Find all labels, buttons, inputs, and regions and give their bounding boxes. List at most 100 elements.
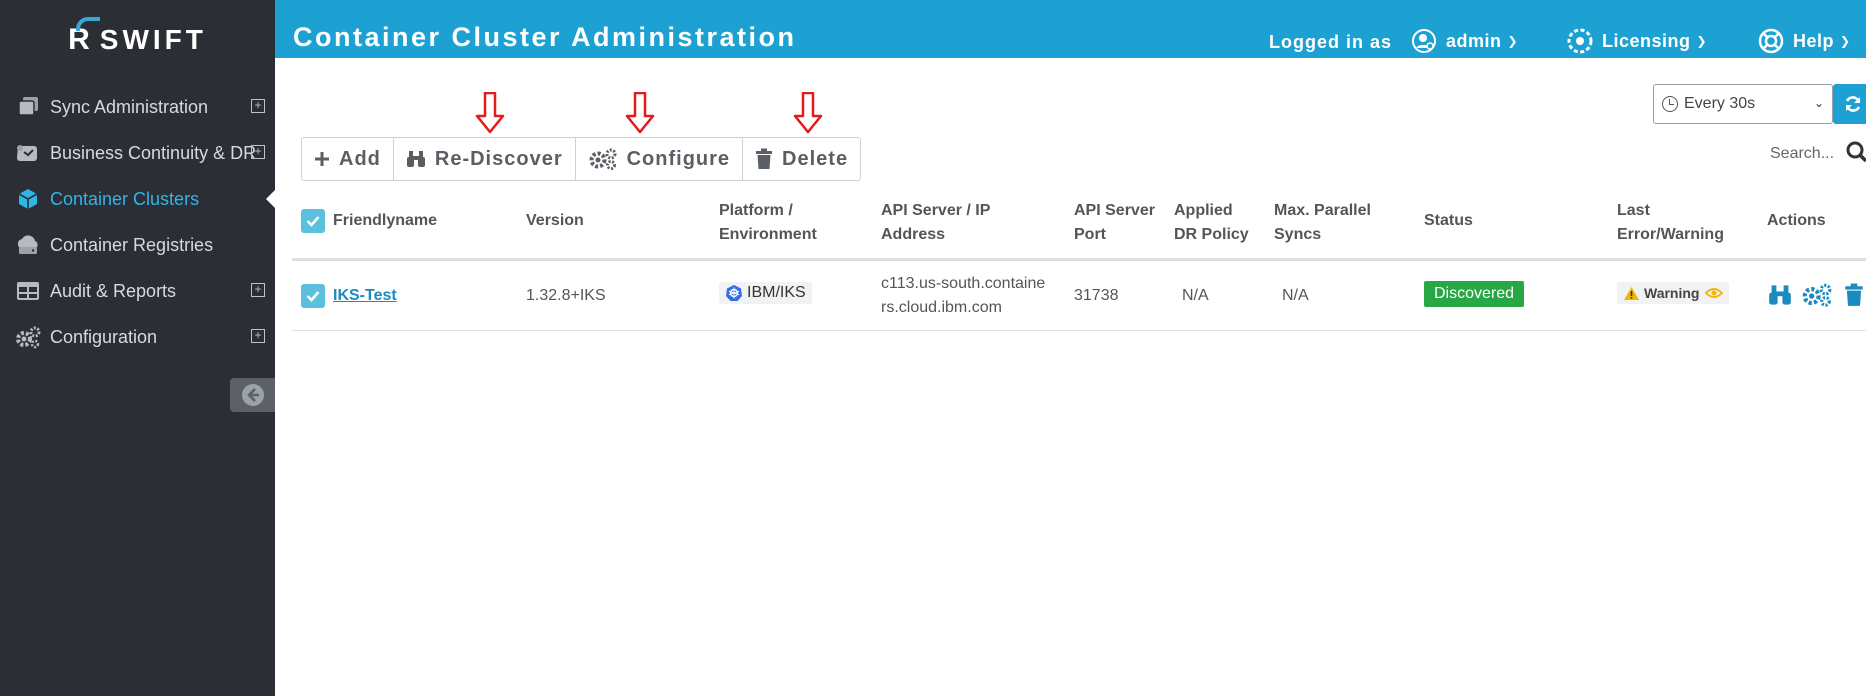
help-label: Help [1793,30,1835,51]
column-header-last-error[interactable]: Last Error/Warning [1617,199,1724,247]
map-scroll-icon [14,141,42,165]
kubernetes-icon [726,285,742,301]
brand-logo[interactable]: R SWIFT [0,17,275,60]
column-header-api-server[interactable]: API Server / IP Address [881,199,990,247]
trash-icon [756,148,773,169]
add-button[interactable]: Add [302,138,394,180]
sidebar-item-label: Business Continuity & DR [50,142,257,163]
column-header-dr-policy[interactable]: Applied DR Policy [1174,199,1249,247]
sidebar-item-business-continuity[interactable]: Business Continuity & DR + [0,130,275,176]
annotation-arrow-down-icon [475,92,505,134]
platform-label: IBM/IKS [747,284,806,301]
rediscover-button[interactable]: Re-Discover [394,138,576,180]
status-badge: Discovered [1424,281,1525,307]
chevron-down-icon: ❯ [1840,34,1851,48]
warning-triangle-icon [1624,286,1639,300]
api-server-line: rs.cloud.ibm.com [881,299,1002,316]
logo-text: SWIFT [99,24,207,55]
column-header-status[interactable]: Status [1424,209,1473,233]
lifebuoy-icon [1758,28,1784,54]
column-header-actions: Actions [1767,212,1826,229]
column-header-line: Port [1074,226,1106,243]
trash-icon[interactable] [1844,283,1864,307]
cell-dr-policy: N/A [1182,287,1209,304]
sidebar-item-label: Configuration [50,326,158,347]
clock-icon [1662,96,1678,112]
expand-icon[interactable]: + [251,283,265,297]
logged-in-label: Logged in as [1269,32,1393,52]
sidebar-item-sync-administration[interactable]: Sync Administration + [0,84,275,130]
rediscover-button-label: Re-Discover [434,147,563,170]
column-header-platform[interactable]: Platform / Environment [719,199,817,247]
user-menu[interactable]: admin ❯ [1411,28,1518,54]
binoculars-icon[interactable] [1768,284,1792,306]
delete-button[interactable]: Delete [743,138,860,180]
cell-version: 1.32.8+IKS [526,287,606,304]
add-button-label: Add [339,147,381,170]
column-header-max-syncs[interactable]: Max. Parallel Syncs [1274,199,1371,247]
sidebar-nav: Sync Administration + Business Continuit… [0,84,275,360]
cube-icon [14,187,42,211]
cloud-server-icon [14,233,42,257]
sidebar-item-label: Container Registries [50,234,214,255]
gears-icon [589,148,617,170]
gears-icon [14,325,42,349]
annotation-arrow-down-icon [793,92,823,134]
column-header-line: API Server [1074,202,1155,219]
action-toolbar: Add Re-Discover Configure Delete [301,137,862,181]
configure-button[interactable]: Configure [576,138,744,180]
column-header-line: Platform / [719,202,793,219]
cell-api-server: c113.us-south.containe rs.cloud.ibm.com [881,272,1045,320]
chevron-down-icon: ❯ [1507,34,1519,48]
column-header-line: Applied [1174,202,1233,219]
column-header-line: Max. Parallel [1274,202,1371,219]
arrow-left-circle-icon [241,384,264,406]
checkmark-icon [306,291,320,302]
refresh-interval-select[interactable]: Every 30s ⌄ [1653,84,1833,124]
page-title: Container Cluster Administration [293,22,797,52]
column-header-port[interactable]: API Server Port [1074,199,1155,247]
binoculars-icon [406,151,425,167]
column-header-line: Error/Warning [1617,226,1724,243]
license-badge-icon [1567,28,1593,54]
search-icon[interactable] [1846,141,1866,163]
delete-button-label: Delete [782,147,849,170]
select-all-checkbox[interactable] [301,209,325,233]
sidebar-item-audit-reports[interactable]: Audit & Reports + [0,268,275,314]
search-input[interactable]: Search... [1770,145,1834,163]
column-header-friendlyname[interactable]: Friendlyname [333,209,437,233]
help-menu[interactable]: Help ❯ [1758,28,1851,54]
chevron-down-icon: ❯ [1696,34,1708,48]
sidebar-item-label: Audit & Reports [50,280,177,301]
column-header-line: Address [881,226,946,243]
table-row[interactable]: IKS-Test 1.32.8+IKS IBM/IKS c113.us-sout… [292,264,1866,331]
collapse-sidebar-button[interactable] [230,378,275,412]
eye-icon[interactable] [1705,287,1724,299]
refresh-icon [1845,96,1861,112]
annotation-arrow-down-icon [625,92,655,134]
licensing-label: Licensing [1602,30,1691,51]
logo-mark: R [68,17,101,57]
expand-icon[interactable]: + [251,145,265,159]
licensing-menu[interactable]: Licensing ❯ [1567,28,1707,54]
cluster-name-link[interactable]: IKS-Test [333,284,397,308]
copy-stack-icon [14,95,42,119]
sidebar: R SWIFT Sync Administration + Business C… [0,0,275,696]
expand-icon[interactable]: + [251,329,265,343]
expand-icon[interactable]: + [251,99,265,113]
sidebar-item-container-clusters[interactable]: Container Clusters [0,176,275,222]
api-server-line: c113.us-south.containe [881,275,1046,292]
row-checkbox[interactable] [301,284,325,308]
warning-badge[interactable]: Warning [1617,282,1730,304]
gears-icon[interactable] [1801,283,1833,307]
cell-port: 31738 [1074,287,1119,304]
platform-tag: IBM/IKS [719,282,812,304]
sidebar-item-configuration[interactable]: Configuration + [0,314,275,360]
sidebar-item-container-registries[interactable]: Container Registries [0,222,275,268]
refresh-button[interactable] [1833,84,1866,124]
sidebar-item-label: Sync Administration [50,96,209,117]
warning-label: Warning [1644,285,1700,301]
column-header-version[interactable]: Version [526,209,584,233]
column-header-line: Last [1617,202,1650,219]
configure-button-label: Configure [626,147,731,170]
